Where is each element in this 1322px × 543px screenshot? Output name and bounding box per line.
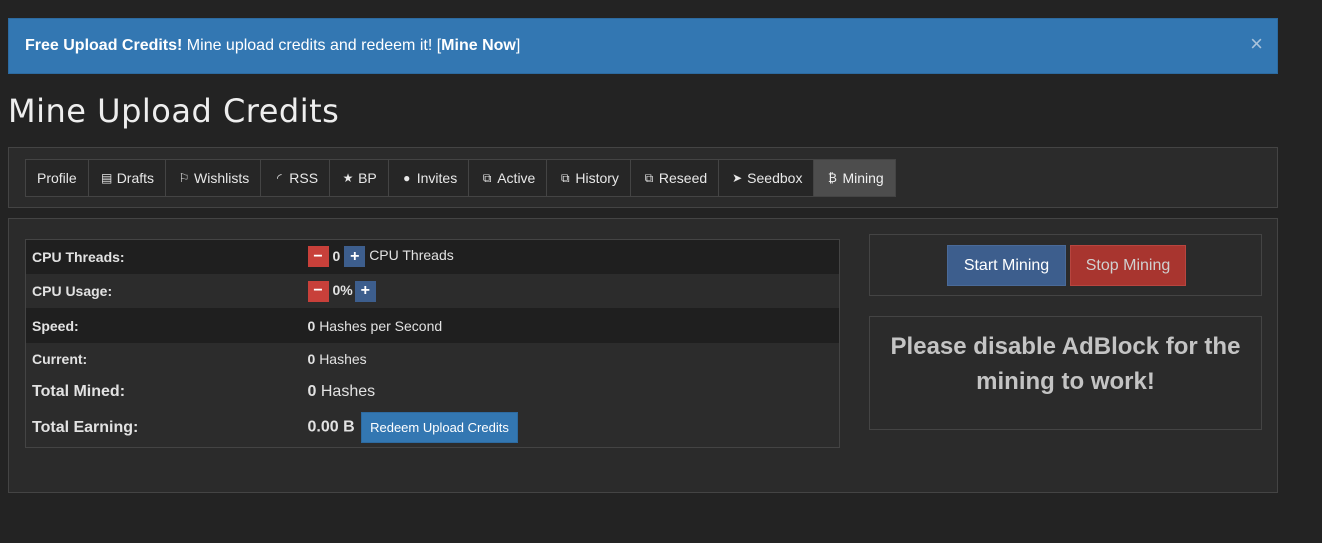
speed-cell: 0 Hashes per Second [302,308,840,342]
speed-suffix: Hashes per Second [319,317,443,334]
decrease-usage-button[interactable]: − [307,280,329,302]
speed-label: Speed: [32,317,79,334]
table-row-speed: Speed: 0 Hashes per Second [25,308,840,343]
tab-label: BP [358,170,377,186]
total-mined-value: 0 [307,382,317,400]
paper-plane-icon: ➤ [732,171,743,185]
increase-usage-button[interactable]: + [354,280,376,302]
table-row-cpu-threads: CPU Threads: −0 + CPU Threads [25,239,840,274]
alert-body: Mine upload credits and redeem it! [ [182,37,442,54]
tab-label: History [575,170,619,186]
tab-label: Active [497,170,536,186]
copy-icon: ⧉ [561,170,570,185]
table-row-current: Current: 0 Hashes [25,342,840,375]
profile-tabs: Profile ▤ Drafts ⚐ Wishlists ◜ RSS ★ BP ● Invites ⧉… [25,159,896,197]
cpu-threads-label: CPU Threads: [32,248,125,265]
table-row-cpu-usage: CPU Usage: −0% + [25,273,840,309]
bitcoin-icon: ₿ [828,171,837,185]
tab-profile[interactable]: Profile [26,160,89,196]
start-mining-button[interactable]: Start Mining [947,245,1066,286]
total-earning-value: 0.00 B [307,419,355,437]
tab-history[interactable]: ⧉ History [547,160,631,196]
cpu-threads-suffix: CPU Threads [369,247,454,264]
current-suffix: Hashes [319,350,367,367]
alert-tail: ] [515,37,521,54]
cpu-usage-label: CPU Usage: [32,283,113,300]
cpu-usage-cell: −0% + [302,274,840,308]
tab-rss[interactable]: ◜ RSS [261,160,331,196]
page-title: Mine Upload Credits [8,92,340,130]
total-mined-suffix: Hashes [320,382,376,400]
current-value: 0 [307,350,316,367]
stop-mining-button[interactable]: Stop Mining [1070,245,1186,286]
tab-label: Invites [416,170,458,186]
mining-panel: CPU Threads: −0 + CPU Threads CPU Usage: … [8,218,1278,493]
tab-label: Seedbox [747,170,803,186]
mining-controls: Start Mining Stop Mining [869,234,1262,296]
cpu-usage-value: 0% [332,281,353,298]
alert-text: Free Upload Credits! Mine upload credits… [25,37,520,55]
adblock-message: Please disable AdBlock for the mining to… [890,333,1241,395]
table-row-total-mined: Total Mined: 0 Hashes [25,374,840,409]
tab-label: Reseed [658,170,708,186]
alert-lead: Free Upload Credits! [25,37,183,54]
adblock-message-box: Please disable AdBlock for the mining to… [869,316,1262,430]
tab-label: Mining [842,170,884,186]
tab-bp[interactable]: ★ BP [330,160,389,196]
user-icon: ● [403,171,411,185]
current-label: Current: [32,350,88,367]
total-mined-cell: 0 Hashes [302,374,840,408]
cpu-threads-cell: −0 + CPU Threads [302,240,840,274]
total-mined-label: Total Mined: [32,382,126,400]
total-earning-cell: 0.00 B Redeem Upload Credits [302,409,840,448]
profile-nav-panel: Profile ▤ Drafts ⚐ Wishlists ◜ RSS ★ BP ● Invites ⧉… [8,147,1278,208]
tab-invites[interactable]: ● Invites [388,160,470,196]
mining-stats-table: CPU Threads: −0 + CPU Threads CPU Usage: … [25,239,840,448]
redeem-upload-credits-button[interactable]: Redeem Upload Credits [361,412,518,444]
table-row-total-earning: Total Earning: 0.00 B Redeem Upload Cred… [25,408,840,448]
tab-active[interactable]: ⧉ Active [469,160,548,196]
current-cell: 0 Hashes [302,343,840,374]
increase-threads-button[interactable]: + [344,246,366,268]
tab-label: Profile [37,170,77,186]
alert-banner: Free Upload Credits! Mine upload credits… [8,18,1278,74]
copy-icon: ⧉ [644,170,654,185]
rss-icon: ◜ [276,171,282,185]
speed-value: 0 [307,317,316,334]
cpu-threads-value: 0 [332,247,341,264]
star-icon: ★ [342,171,354,185]
tab-seedbox[interactable]: ➤ Seedbox [719,160,815,196]
tab-mining[interactable]: ₿ Mining [814,160,895,196]
tab-reseed[interactable]: ⧉ Reseed [630,160,720,196]
close-icon[interactable]: × [1250,33,1263,55]
total-earning-label: Total Earning: [32,418,139,436]
tab-wishlists[interactable]: ⚐ Wishlists [166,160,262,196]
tab-label: Wishlists [194,170,250,186]
tab-label: Drafts [116,170,155,186]
copy-icon: ⧉ [482,170,492,185]
tab-drafts[interactable]: ▤ Drafts [88,160,167,196]
tab-label: RSS [289,170,319,186]
bookmark-icon: ⚐ [178,171,190,185]
decrease-threads-button[interactable]: − [307,246,329,268]
mine-now-link[interactable]: Mine Now [441,37,516,54]
document-icon: ▤ [101,171,113,185]
